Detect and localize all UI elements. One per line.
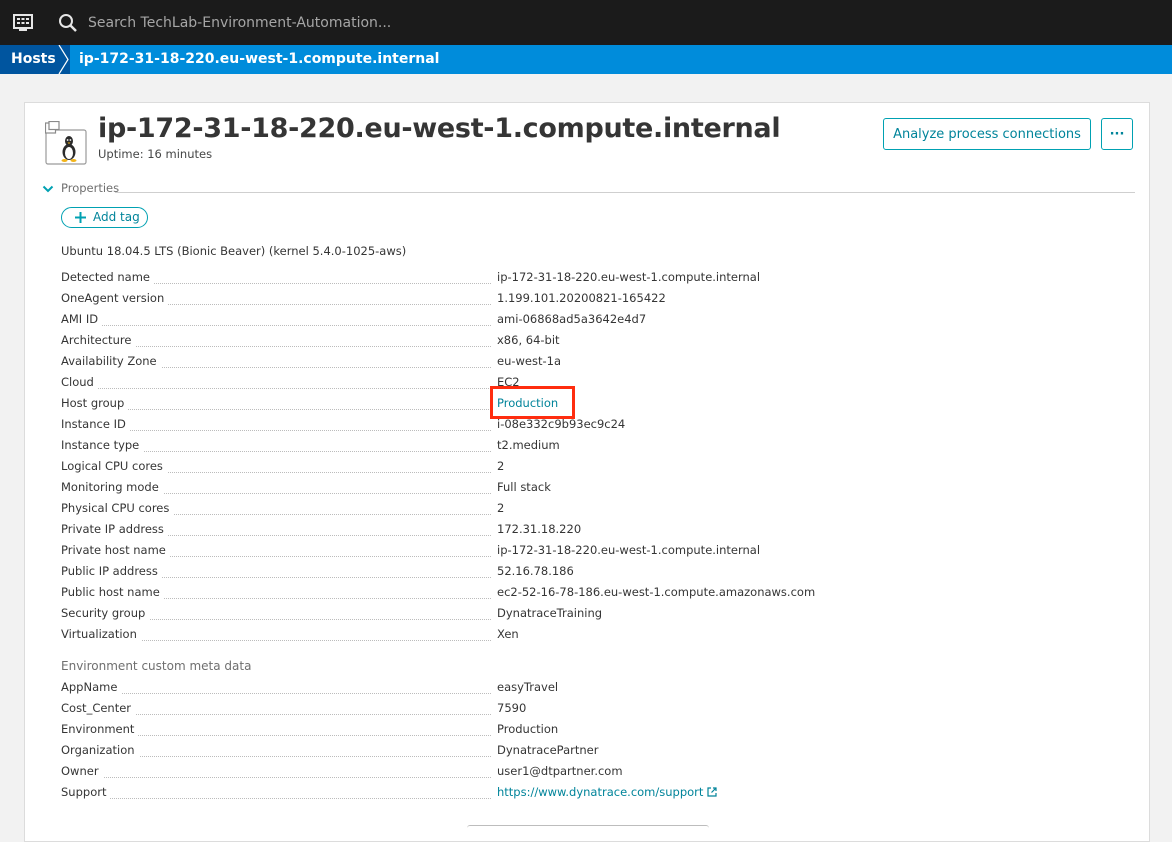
- property-value: ec2-52-16-78-186.eu-west-1.compute.amazo…: [497, 585, 816, 599]
- property-row-private-ip: Private IP address 172.31.18.220: [61, 522, 1131, 543]
- property-value: DynatraceTraining: [497, 606, 603, 620]
- meta-key: Environment: [61, 722, 139, 736]
- chevron-down-icon: [42, 185, 54, 193]
- property-value: ip-172-31-18-220.eu-west-1.compute.inter…: [497, 543, 761, 557]
- property-row-architecture: Architecture x86, 64-bit: [61, 333, 1131, 354]
- property-value: 2: [497, 501, 505, 515]
- meta-key: Owner: [61, 764, 103, 778]
- property-row-monitoring-mode: Monitoring mode Full stack: [61, 480, 1131, 501]
- property-row-public-host-name: Public host name ec2-52-16-78-186.eu-wes…: [61, 585, 1131, 606]
- property-row-host-group: Host group Production: [61, 396, 1131, 417]
- collapse-handle: [467, 825, 709, 830]
- host-details-card: ip-172-31-18-220.eu-west-1.compute.inter…: [24, 102, 1150, 842]
- meta-row-organization: Organization DynatracePartner: [61, 743, 1131, 764]
- meta-row-cost-center: Cost_Center 7590: [61, 701, 1131, 722]
- host-group-link[interactable]: Production: [497, 396, 558, 410]
- property-row-detected-name: Detected name ip-172-31-18-220.eu-west-1…: [61, 270, 1131, 291]
- meta-value: user1@dtpartner.com: [497, 764, 623, 778]
- property-key: Virtualization: [61, 627, 141, 641]
- property-key: Architecture: [61, 333, 136, 347]
- property-value: Full stack: [497, 480, 551, 494]
- property-key: Instance type: [61, 438, 144, 452]
- custom-meta-heading: Environment custom meta data: [61, 659, 252, 673]
- property-key: Public IP address: [61, 564, 162, 578]
- property-key: Physical CPU cores: [61, 501, 174, 515]
- meta-key: Cost_Center: [61, 701, 136, 715]
- meta-row-support: Support https://www.dynatrace.com/suppor…: [61, 785, 1131, 806]
- top-navigation-bar: [0, 0, 1172, 45]
- meta-value: Production: [497, 722, 559, 736]
- property-key: Private IP address: [61, 522, 168, 536]
- page-content: ip-172-31-18-220.eu-west-1.compute.inter…: [0, 74, 1172, 842]
- property-value: ip-172-31-18-220.eu-west-1.compute.inter…: [497, 270, 761, 284]
- property-row-security-group: Security group DynatraceTraining: [61, 606, 1131, 627]
- property-key: Logical CPU cores: [61, 459, 167, 473]
- property-key: OneAgent version: [61, 291, 169, 305]
- meta-value: DynatracePartner: [497, 743, 599, 757]
- property-key: Availability Zone: [61, 354, 161, 368]
- breadcrumb: Hosts ip-172-31-18-220.eu-west-1.compute…: [0, 45, 1172, 74]
- property-value: EC2: [497, 375, 520, 389]
- property-value: ami-06868ad5a3642e4d7: [497, 312, 647, 326]
- meta-row-environment: Environment Production: [61, 722, 1131, 743]
- property-key: Public host name: [61, 585, 164, 599]
- page-title: ip-172-31-18-220.eu-west-1.compute.inter…: [98, 113, 781, 144]
- property-key: Host group: [61, 396, 129, 410]
- search-input[interactable]: [88, 11, 588, 35]
- property-row-availability-zone: Availability Zone eu-west-1a: [61, 354, 1131, 375]
- property-row-ami-id: AMI ID ami-06868ad5a3642e4d7: [61, 312, 1131, 333]
- meta-row-appname: AppName easyTravel: [61, 680, 1131, 701]
- property-value: 52.16.78.186: [497, 564, 574, 578]
- meta-value: easyTravel: [497, 680, 559, 694]
- os-description: Ubuntu 18.04.5 LTS (Bionic Beaver) (kern…: [61, 244, 407, 258]
- property-row-instance-id: Instance ID i-08e332c9b93ec9c24: [61, 417, 1131, 438]
- property-key: Detected name: [61, 270, 154, 284]
- meta-key: Support: [61, 785, 111, 799]
- property-key: Instance ID: [61, 417, 130, 431]
- property-value: 2: [497, 459, 505, 473]
- support-link[interactable]: https://www.dynatrace.com/support: [497, 785, 718, 799]
- property-key: AMI ID: [61, 312, 103, 326]
- breadcrumb-current-host: ip-172-31-18-220.eu-west-1.compute.inter…: [79, 51, 440, 67]
- property-value: i-08e332c9b93ec9c24: [497, 417, 626, 431]
- property-row-instance-type: Instance type t2.medium: [61, 438, 1131, 459]
- analyze-process-connections-button[interactable]: Analyze process connections: [883, 118, 1091, 150]
- property-value: t2.medium: [497, 438, 560, 452]
- property-key: Cloud: [61, 375, 98, 389]
- plus-icon: [75, 212, 86, 223]
- property-value: 172.31.18.220: [497, 522, 582, 536]
- meta-row-owner: Owner user1@dtpartner.com: [61, 764, 1131, 785]
- property-row-physical-cpu-cores: Physical CPU cores 2: [61, 501, 1131, 522]
- property-row-cloud: Cloud EC2: [61, 375, 1131, 396]
- property-key: Private host name: [61, 543, 170, 557]
- support-link-text[interactable]: https://www.dynatrace.com/support: [497, 785, 703, 799]
- property-row-public-ip: Public IP address 52.16.78.186: [61, 564, 1131, 585]
- property-value: Xen: [497, 627, 519, 641]
- divider: [115, 192, 1135, 193]
- property-value: x86, 64-bit: [497, 333, 560, 347]
- property-row-logical-cpu-cores: Logical CPU cores 2: [61, 459, 1131, 480]
- external-link-icon: [707, 787, 718, 797]
- add-tag-label: Add tag: [93, 210, 140, 224]
- property-key: Monitoring mode: [61, 480, 163, 494]
- add-tag-button[interactable]: Add tag: [61, 207, 148, 228]
- meta-value: 7590: [497, 701, 527, 715]
- properties-label: Properties: [61, 181, 120, 195]
- linux-tux-icon: [44, 120, 87, 165]
- property-row-virtualization: Virtualization Xen: [61, 627, 1131, 648]
- more-actions-button[interactable]: ···: [1101, 118, 1133, 150]
- property-key: Security group: [61, 606, 150, 620]
- property-row-oneagent-version: OneAgent version 1.199.101.20200821-1654…: [61, 291, 1131, 312]
- property-row-private-host-name: Private host name ip-172-31-18-220.eu-we…: [61, 543, 1131, 564]
- meta-key: Organization: [61, 743, 139, 757]
- property-value: 1.199.101.20200821-165422: [497, 291, 666, 305]
- menu-icon[interactable]: [12, 12, 34, 32]
- property-value: eu-west-1a: [497, 354, 562, 368]
- breadcrumb-separator-icon: [56, 45, 70, 74]
- uptime-text: Uptime: 16 minutes: [98, 147, 213, 161]
- meta-key: AppName: [61, 680, 122, 694]
- search-icon[interactable]: [58, 13, 78, 33]
